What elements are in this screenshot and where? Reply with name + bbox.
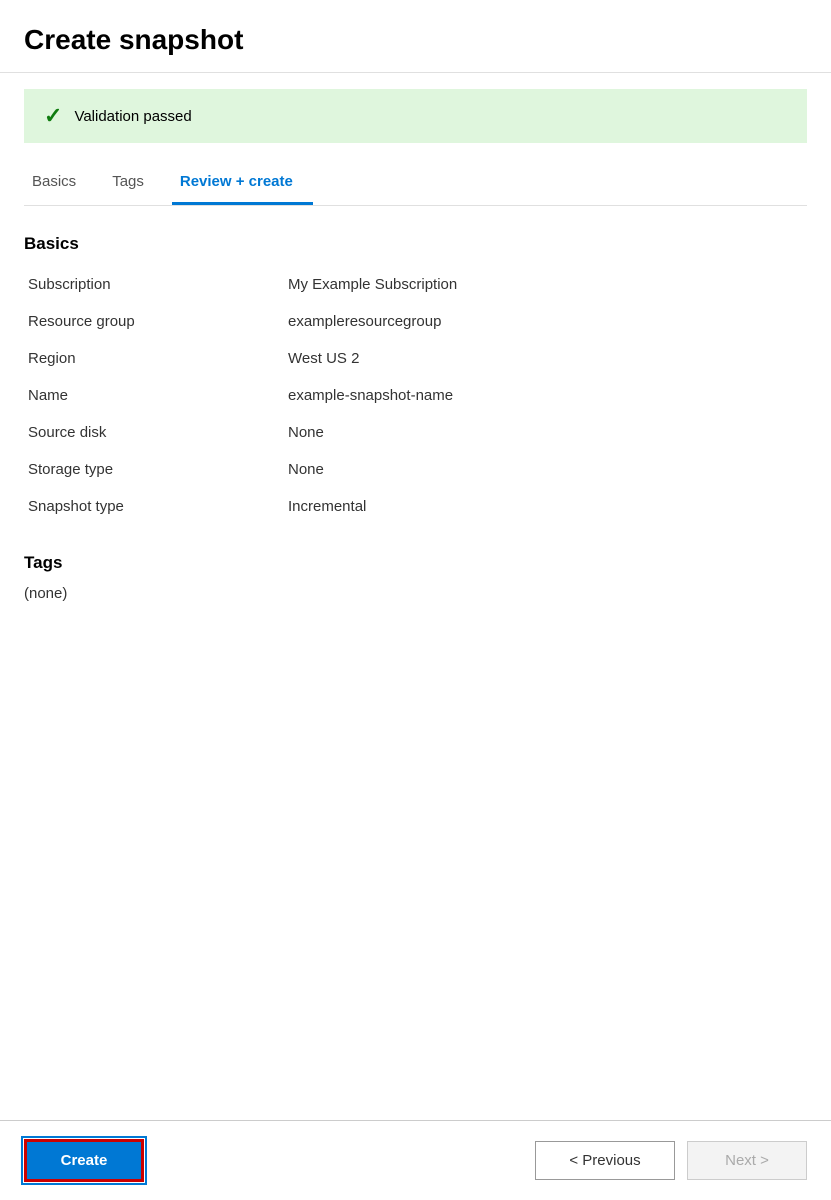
row-label: Name <box>24 377 284 414</box>
tabs-container: Basics Tags Review + create <box>24 163 807 206</box>
table-row: Region West US 2 <box>24 340 807 377</box>
table-row: Resource group exampleresourcegroup <box>24 303 807 340</box>
row-value: My Example Subscription <box>284 266 807 303</box>
main-content: ✓ Validation passed Basics Tags Review +… <box>0 73 831 1120</box>
basics-details-table: Subscription My Example Subscription Res… <box>24 266 807 525</box>
create-button[interactable]: Create <box>24 1139 144 1182</box>
row-value: None <box>284 451 807 488</box>
basics-section-title: Basics <box>24 234 807 254</box>
next-button: Next > <box>687 1141 807 1180</box>
table-row: Source disk None <box>24 414 807 451</box>
tab-basics[interactable]: Basics <box>24 163 96 205</box>
row-value: West US 2 <box>284 340 807 377</box>
footer-bar: Create < Previous Next > <box>0 1120 831 1200</box>
row-label: Source disk <box>24 414 284 451</box>
table-row: Subscription My Example Subscription <box>24 266 807 303</box>
row-label: Snapshot type <box>24 488 284 525</box>
row-value: Incremental <box>284 488 807 525</box>
table-row: Name example-snapshot-name <box>24 377 807 414</box>
tab-tags[interactable]: Tags <box>104 163 164 205</box>
table-row: Storage type None <box>24 451 807 488</box>
page-title: Create snapshot <box>24 24 807 56</box>
checkmark-icon: ✓ <box>44 103 62 129</box>
row-label: Resource group <box>24 303 284 340</box>
previous-button[interactable]: < Previous <box>535 1141 675 1180</box>
page-container: Create snapshot ✓ Validation passed Basi… <box>0 0 831 1200</box>
tags-section-title: Tags <box>24 553 807 573</box>
table-row: Snapshot type Incremental <box>24 488 807 525</box>
row-value: example-snapshot-name <box>284 377 807 414</box>
tab-review-create[interactable]: Review + create <box>172 163 313 205</box>
validation-text: Validation passed <box>74 108 191 125</box>
validation-banner: ✓ Validation passed <box>24 89 807 143</box>
row-label: Storage type <box>24 451 284 488</box>
tags-none-value: (none) <box>24 585 807 602</box>
row-value: exampleresourcegroup <box>284 303 807 340</box>
row-value: None <box>284 414 807 451</box>
row-label: Subscription <box>24 266 284 303</box>
row-label: Region <box>24 340 284 377</box>
page-title-section: Create snapshot <box>0 0 831 73</box>
